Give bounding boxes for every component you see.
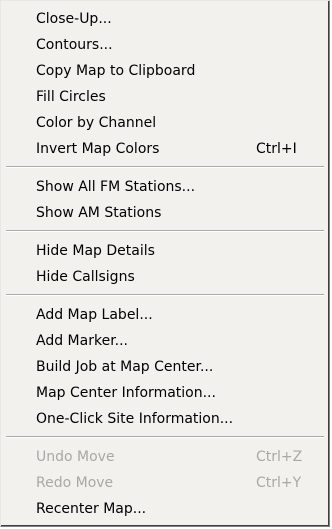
menu-item-label: Add Map Label...: [36, 307, 153, 323]
menu-separator: [6, 294, 324, 296]
menu-item-label: Close-Up...: [36, 11, 112, 27]
menu-separator: [6, 230, 324, 232]
menu-item-close-up[interactable]: Close-Up...: [36, 6, 305, 32]
menu-item-hide-map-details[interactable]: Hide Map Details: [36, 238, 305, 264]
menu-item-label: Color by Channel: [36, 115, 157, 131]
menu-item-build-job-at-map-center[interactable]: Build Job at Map Center...: [36, 354, 305, 380]
menu-item-add-map-label[interactable]: Add Map Label...: [36, 302, 305, 328]
menu-separator: [6, 436, 324, 438]
menu-item-label: Hide Map Details: [36, 243, 155, 259]
menu-item-label: Hide Callsigns: [36, 269, 135, 285]
menu-item-recenter-map[interactable]: Recenter Map...: [36, 496, 305, 522]
menu-item-show-am-stations[interactable]: Show AM Stations: [36, 200, 305, 226]
menu-item-shortcut: Ctrl+I: [256, 141, 297, 157]
menu-item-shortcut: Ctrl+Z: [256, 449, 303, 465]
menu-item-label: Show All FM Stations...: [36, 179, 196, 195]
menu-item-hide-callsigns[interactable]: Hide Callsigns: [36, 264, 305, 290]
menu-item-map-center-information[interactable]: Map Center Information...: [36, 380, 305, 406]
menu-item-copy-map-to-clipboard[interactable]: Copy Map to Clipboard: [36, 58, 305, 84]
menu-item-label: Redo Move: [36, 475, 114, 491]
menu-item-show-all-fm-stations[interactable]: Show All FM Stations...: [36, 174, 305, 200]
menu-item-undo-move[interactable]: Undo Move Ctrl+Z: [36, 444, 305, 470]
menu-item-contours[interactable]: Contours...: [36, 32, 305, 58]
menu-item-label: Recenter Map...: [36, 501, 147, 517]
menu-item-label: Copy Map to Clipboard: [36, 63, 196, 79]
menu-item-label: Invert Map Colors: [36, 141, 160, 157]
menu-item-label: One-Click Site Information...: [36, 411, 234, 427]
menu-item-label: Show AM Stations: [36, 205, 162, 221]
menu-item-label: Undo Move: [36, 449, 115, 465]
menu-item-fill-circles[interactable]: Fill Circles: [36, 84, 305, 110]
menu-item-label: Contours...: [36, 37, 113, 53]
menu-item-redo-move[interactable]: Redo Move Ctrl+Y: [36, 470, 305, 496]
menu-item-shortcut: Ctrl+Y: [256, 475, 302, 491]
menu-item-label: Add Marker...: [36, 333, 129, 349]
context-menu: Close-Up... Contours... Copy Map to Clipbo…: [0, 0, 330, 527]
menu-item-label: Build Job at Map Center...: [36, 359, 214, 375]
menu-item-invert-map-colors[interactable]: Invert Map Colors Ctrl+I: [36, 136, 305, 162]
menu-item-color-by-channel[interactable]: Color by Channel: [36, 110, 305, 136]
menu-item-label: Map Center Information...: [36, 385, 216, 401]
menu-item-label: Fill Circles: [36, 89, 106, 105]
menu-item-one-click-site-information[interactable]: One-Click Site Information...: [36, 406, 305, 432]
menu-separator: [6, 166, 324, 168]
menu-item-add-marker[interactable]: Add Marker...: [36, 328, 305, 354]
